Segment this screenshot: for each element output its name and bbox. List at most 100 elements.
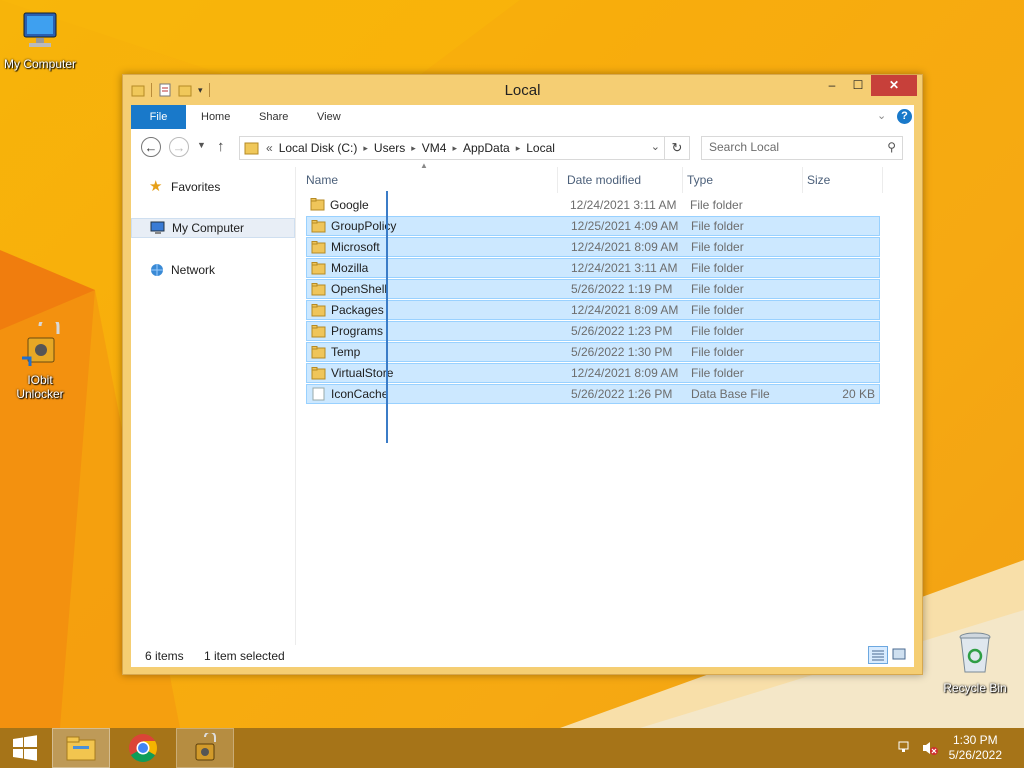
file-name: Programs bbox=[331, 324, 384, 338]
file-type: File folder bbox=[691, 219, 744, 233]
desktop-icon-recycle-bin[interactable]: Recycle Bin bbox=[935, 630, 1015, 695]
address-dropdown-icon[interactable]: ⌄ bbox=[651, 140, 660, 153]
nav-item-my-computer[interactable]: My Computer bbox=[131, 218, 295, 238]
start-button[interactable] bbox=[11, 734, 39, 762]
file-row[interactable]: OpenShell 5/26/2022 1:19 PM File folder bbox=[306, 279, 880, 299]
forward-button[interactable]: → bbox=[169, 137, 189, 157]
file-row[interactable]: Packages 12/24/2021 8:09 AM File folder bbox=[306, 300, 880, 320]
column-header-size[interactable]: Size bbox=[803, 167, 883, 193]
search-input[interactable] bbox=[702, 137, 879, 157]
nav-item-label: My Computer bbox=[172, 221, 245, 235]
tab-home[interactable]: Home bbox=[201, 105, 230, 129]
file-type: File folder bbox=[691, 303, 744, 317]
breadcrumb-overflow[interactable]: « bbox=[266, 141, 273, 155]
tab-share[interactable]: Share bbox=[259, 105, 288, 129]
file-type: Data Base File bbox=[691, 387, 770, 401]
breadcrumb-separator-icon[interactable]: ▸ bbox=[411, 143, 416, 154]
nav-item-network[interactable]: Network bbox=[131, 260, 295, 280]
column-header-name[interactable]: Name bbox=[302, 167, 558, 193]
column-header-type[interactable]: Type bbox=[683, 167, 803, 193]
file-explorer-window[interactable]: ▾ Local – ☐ ✕ File Home Share View ⌄ ? ←… bbox=[122, 74, 923, 675]
tab-view[interactable]: View bbox=[317, 105, 341, 129]
unlocker-icon bbox=[22, 315, 60, 366]
details-view-icon bbox=[872, 650, 884, 661]
recent-locations-icon[interactable]: ▼ bbox=[197, 140, 206, 150]
taskbar-file-explorer[interactable] bbox=[52, 728, 110, 768]
breadcrumb-separator-icon[interactable]: ▸ bbox=[452, 143, 457, 154]
computer-icon bbox=[23, 12, 57, 47]
folder-icon bbox=[311, 304, 326, 317]
file-name: Google bbox=[330, 198, 369, 212]
large-icons-view-icon bbox=[892, 648, 906, 660]
folder-icon bbox=[311, 220, 326, 233]
clock[interactable]: 1:30 PM 5/26/2022 bbox=[949, 733, 1002, 763]
selection-count: 1 item selected bbox=[204, 649, 285, 663]
file-row[interactable]: Mozilla 12/24/2021 3:11 AM File folder bbox=[306, 258, 880, 278]
breadcrumb-separator-icon[interactable]: ▸ bbox=[363, 143, 368, 154]
volume-muted-icon[interactable] bbox=[922, 740, 938, 756]
title-bar[interactable]: ▾ Local – ☐ ✕ bbox=[123, 75, 922, 105]
breadcrumb-item[interactable]: Users bbox=[374, 141, 405, 155]
breadcrumb-item[interactable]: AppData bbox=[463, 141, 510, 155]
file-row[interactable]: Microsoft 12/24/2021 8:09 AM File folder bbox=[306, 237, 880, 257]
details-view-button[interactable] bbox=[868, 646, 888, 664]
help-icon[interactable]: ? bbox=[897, 109, 912, 124]
search-box[interactable]: ⚲ bbox=[701, 136, 903, 160]
breadcrumb-item[interactable]: Local bbox=[526, 141, 555, 155]
taskbar-iobit-unlocker[interactable] bbox=[176, 728, 234, 768]
recycle-bin-icon bbox=[959, 632, 991, 673]
folder-icon bbox=[311, 262, 326, 275]
nav-item-label: Network bbox=[171, 263, 216, 277]
chevron-down-icon[interactable]: ⌄ bbox=[877, 109, 886, 122]
file-type: File folder bbox=[691, 366, 744, 380]
clock-date: 5/26/2022 bbox=[948, 748, 1002, 762]
file-list[interactable]: ▲ Name Date modified Type Size Google 12/… bbox=[296, 161, 914, 645]
network-tray-icon[interactable] bbox=[898, 740, 912, 754]
nav-item-favorites[interactable]: ★ Favorites bbox=[131, 177, 295, 197]
large-icons-view-button[interactable] bbox=[891, 646, 909, 664]
refresh-button[interactable]: ↻ bbox=[664, 136, 690, 160]
file-row[interactable]: Google 12/24/2021 3:11 AM File folder bbox=[306, 195, 880, 215]
computer-icon bbox=[150, 221, 165, 234]
navigation-pane[interactable]: ★ Favorites My Computer Network bbox=[131, 167, 296, 645]
close-button[interactable]: ✕ bbox=[871, 75, 917, 96]
window-title: Local bbox=[504, 82, 541, 99]
taskbar-chrome[interactable] bbox=[114, 728, 172, 768]
file-name: IconCache bbox=[331, 387, 389, 401]
desktop-icon-iobit-unlocker[interactable]: IObit Unlocker bbox=[0, 315, 80, 401]
file-row[interactable]: GroupPolicy 12/25/2021 4:09 AM File folder bbox=[306, 216, 880, 236]
file-name: Temp bbox=[331, 345, 361, 359]
back-button[interactable]: ← bbox=[141, 137, 161, 157]
explorer-body: ★ Favorites My Computer Network ▲ Name D… bbox=[131, 161, 914, 645]
taskbar: 1:30 PM 5/26/2022 bbox=[0, 728, 1024, 768]
tab-file[interactable]: File bbox=[131, 105, 186, 129]
network-icon bbox=[151, 264, 163, 276]
maximize-button[interactable]: ☐ bbox=[845, 75, 871, 96]
folder-icon bbox=[311, 241, 326, 254]
desktop-icon-my-computer[interactable]: My Computer bbox=[0, 10, 80, 71]
breadcrumb-separator-icon[interactable]: ▸ bbox=[516, 143, 521, 154]
file-date-modified: 12/24/2021 8:09 AM bbox=[571, 303, 679, 317]
file-row[interactable]: VirtualStore 12/24/2021 8:09 AM File folde… bbox=[306, 363, 880, 383]
folder-icon bbox=[311, 325, 326, 338]
status-bar: 6 items 1 item selected bbox=[131, 645, 914, 667]
search-icon[interactable]: ⚲ bbox=[887, 140, 896, 154]
file-row[interactable]: Programs 5/26/2022 1:23 PM File folder bbox=[306, 321, 880, 341]
clock-time: 1:30 PM bbox=[952, 733, 998, 747]
file-row[interactable]: Temp 5/26/2022 1:30 PM File folder bbox=[306, 342, 880, 362]
address-bar[interactable]: « Local Disk (C:) ▸ Users ▸ VM4 ▸ AppDat… bbox=[239, 136, 665, 160]
item-count: 6 items bbox=[145, 649, 184, 663]
column-header-date-modified[interactable]: Date modified bbox=[563, 167, 683, 193]
unlocker-icon bbox=[195, 733, 216, 761]
up-button[interactable]: ↑ bbox=[217, 138, 225, 155]
file-date-modified: 5/26/2022 1:19 PM bbox=[571, 282, 673, 296]
breadcrumb-item[interactable]: Local Disk (C:) bbox=[279, 141, 358, 155]
breadcrumb-item[interactable]: VM4 bbox=[422, 141, 447, 155]
file-date-modified: 12/24/2021 3:11 AM bbox=[570, 198, 677, 212]
star-icon: ★ bbox=[149, 178, 163, 195]
minimize-button[interactable]: – bbox=[819, 75, 845, 96]
file-icon bbox=[312, 387, 325, 401]
file-date-modified: 12/24/2021 8:09 AM bbox=[571, 240, 679, 254]
folder-icon bbox=[311, 346, 326, 359]
file-row[interactable]: IconCache 5/26/2022 1:26 PM Data Base File… bbox=[306, 384, 880, 404]
